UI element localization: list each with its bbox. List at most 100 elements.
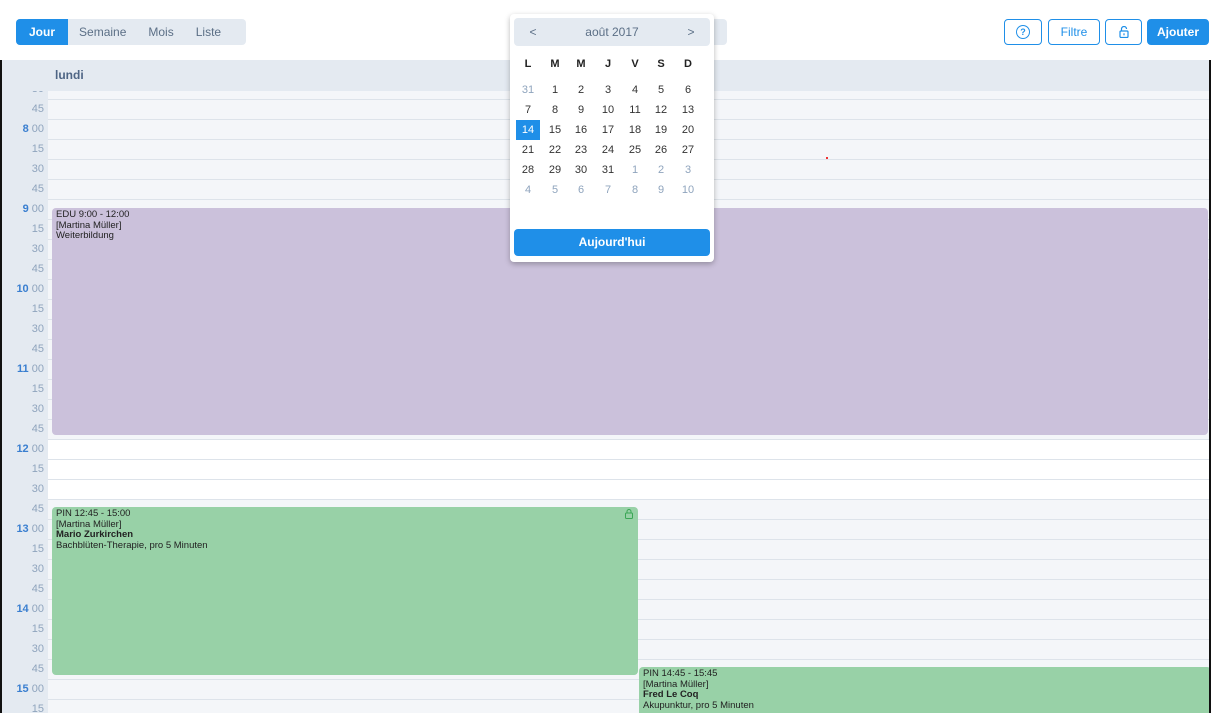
date-picker: < août 2017 > LMMJVSD 31 1 2 3 4 5 6 7 8 9 10 11 12 1… xyxy=(510,14,714,262)
calendar-day[interactable]: 5 xyxy=(649,80,673,100)
help-button[interactable]: ? xyxy=(1004,19,1042,45)
event-time: PIN 12:45 - 15:00 xyxy=(56,508,131,519)
calendar-day[interactable]: 28 xyxy=(516,160,540,180)
calendar-day[interactable]: 9 xyxy=(569,100,593,120)
minute-label: 15 xyxy=(31,463,44,475)
calendar-day[interactable]: 6 xyxy=(569,180,593,200)
month-label[interactable]: août 2017 xyxy=(544,18,680,46)
time-slot-row[interactable] xyxy=(48,440,1209,460)
tab-month[interactable]: Mois xyxy=(137,19,184,45)
calendar-day[interactable]: 4 xyxy=(623,80,647,100)
minute-label: 15 xyxy=(31,703,44,713)
calendar-day[interactable]: 1 xyxy=(543,80,567,100)
hour-label: 13 xyxy=(16,523,29,535)
calendar-day[interactable]: 2 xyxy=(649,160,673,180)
calendar-day[interactable]: 21 xyxy=(516,140,540,160)
calendar-day[interactable]: 20 xyxy=(676,120,700,140)
minute-label: 00 xyxy=(31,283,44,295)
calendar-day[interactable]: 31 xyxy=(596,160,620,180)
tab-day[interactable]: Jour xyxy=(16,19,69,45)
weekday-label: M xyxy=(550,58,560,70)
time-label: 15 xyxy=(32,383,44,395)
calendar-day[interactable]: 23 xyxy=(569,140,593,160)
time-slot-row[interactable] xyxy=(48,480,1209,500)
calendar-day[interactable]: 25 xyxy=(623,140,647,160)
time-label: 10 00 xyxy=(16,283,44,295)
time-slot-row[interactable] xyxy=(48,460,1209,480)
calendar-day[interactable]: 8 xyxy=(623,180,647,200)
calendar-day[interactable]: 9 xyxy=(649,180,673,200)
minute-label: 30 xyxy=(31,643,44,655)
calendar-day[interactable]: 17 xyxy=(596,120,620,140)
minute-label: 30 xyxy=(31,323,44,335)
event-time: PIN 14:45 - 15:45 xyxy=(643,668,718,679)
time-label: 8 00 xyxy=(23,123,44,135)
calendar-day[interactable]: 5 xyxy=(543,180,567,200)
time-label: 45 xyxy=(32,503,44,515)
calendar-day[interactable]: 22 xyxy=(543,140,567,160)
time-label: 15 xyxy=(32,543,44,555)
time-label: 30 xyxy=(32,91,44,95)
calendar-day[interactable]: 13 xyxy=(676,100,700,120)
calendar-day[interactable]: 24 xyxy=(596,140,620,160)
calendar-day[interactable]: 10 xyxy=(676,180,700,200)
time-label: 30 xyxy=(32,243,44,255)
weekday-label: J xyxy=(604,58,612,70)
time-label: 30 xyxy=(32,483,44,495)
hour-label: 15 xyxy=(16,683,29,695)
calendar-day[interactable]: 7 xyxy=(596,180,620,200)
calendar-day[interactable]: 4 xyxy=(516,180,540,200)
treatment: Akupunktur, pro 5 Minuten xyxy=(643,699,754,711)
calendar-day[interactable]: 6 xyxy=(676,80,700,100)
calendar-day[interactable]: 15 xyxy=(543,120,567,140)
calendar-day[interactable]: 3 xyxy=(676,160,700,180)
calendar-day[interactable]: 19 xyxy=(649,120,673,140)
minute-label: 45 xyxy=(31,263,44,275)
minute-label: 15 xyxy=(31,303,44,315)
calendar-day[interactable]: 27 xyxy=(676,140,700,160)
calendar-day[interactable]: 26 xyxy=(649,140,673,160)
time-label: 45 xyxy=(32,343,44,355)
event-pin-mario[interactable]: PIN 12:45 - 15:00 [Martina Müller] Mario… xyxy=(52,507,638,675)
hour-label: 8 xyxy=(22,123,29,135)
time-label: 9 00 xyxy=(23,203,44,215)
calendar-day[interactable]: 8 xyxy=(543,100,567,120)
calendar-day[interactable]: 12 xyxy=(649,100,673,120)
calendar-day[interactable]: 31 xyxy=(516,80,540,100)
minute-label: 30 xyxy=(32,91,44,95)
marker-dot xyxy=(826,157,828,159)
calendar-day[interactable]: 7 xyxy=(516,100,540,120)
calendar-day[interactable]: 18 xyxy=(623,120,647,140)
tab-week[interactable]: Semaine xyxy=(68,19,137,45)
next-month-button[interactable]: > xyxy=(676,18,706,46)
minute-label: 00 xyxy=(31,683,44,695)
calendar-day[interactable]: 1 xyxy=(623,160,647,180)
selected-day[interactable]: 14 xyxy=(516,120,540,140)
tab-list[interactable]: Liste xyxy=(185,19,232,45)
add-button[interactable]: Ajouter xyxy=(1147,19,1209,45)
patient-name: Mario Zurkirchen xyxy=(56,529,134,540)
event-pin-fred[interactable]: PIN 14:45 - 15:45 [Martina Müller] Fred … xyxy=(639,667,1209,713)
calendar-day[interactable]: 29 xyxy=(543,160,567,180)
filter-button[interactable]: Filtre xyxy=(1048,19,1100,45)
minute-label: 45 xyxy=(31,423,44,435)
time-label: 45 xyxy=(32,663,44,675)
minute-label: 00 xyxy=(31,443,44,455)
calendar-day[interactable]: 3 xyxy=(596,80,620,100)
patient-name: Fred Le Coq xyxy=(643,689,699,700)
calendar-day[interactable]: 10 xyxy=(596,100,620,120)
calendar-day[interactable]: 30 xyxy=(569,160,593,180)
weekday-label: L xyxy=(524,58,532,70)
event-staff: [Martina Müller] xyxy=(643,678,709,690)
weekday-label: S xyxy=(657,58,665,70)
minute-label: 00 xyxy=(31,523,44,535)
calendar-day[interactable]: 11 xyxy=(623,100,647,120)
today-button[interactable]: Aujourd'hui xyxy=(514,229,710,256)
time-label: 15 xyxy=(32,223,44,235)
time-label: 15 xyxy=(32,703,44,713)
minute-label: 30 xyxy=(31,563,44,575)
minute-label: 30 xyxy=(31,163,44,175)
calendar-day[interactable]: 2 xyxy=(569,80,593,100)
lock-button[interactable] xyxy=(1105,19,1142,45)
calendar-day[interactable]: 16 xyxy=(569,120,593,140)
